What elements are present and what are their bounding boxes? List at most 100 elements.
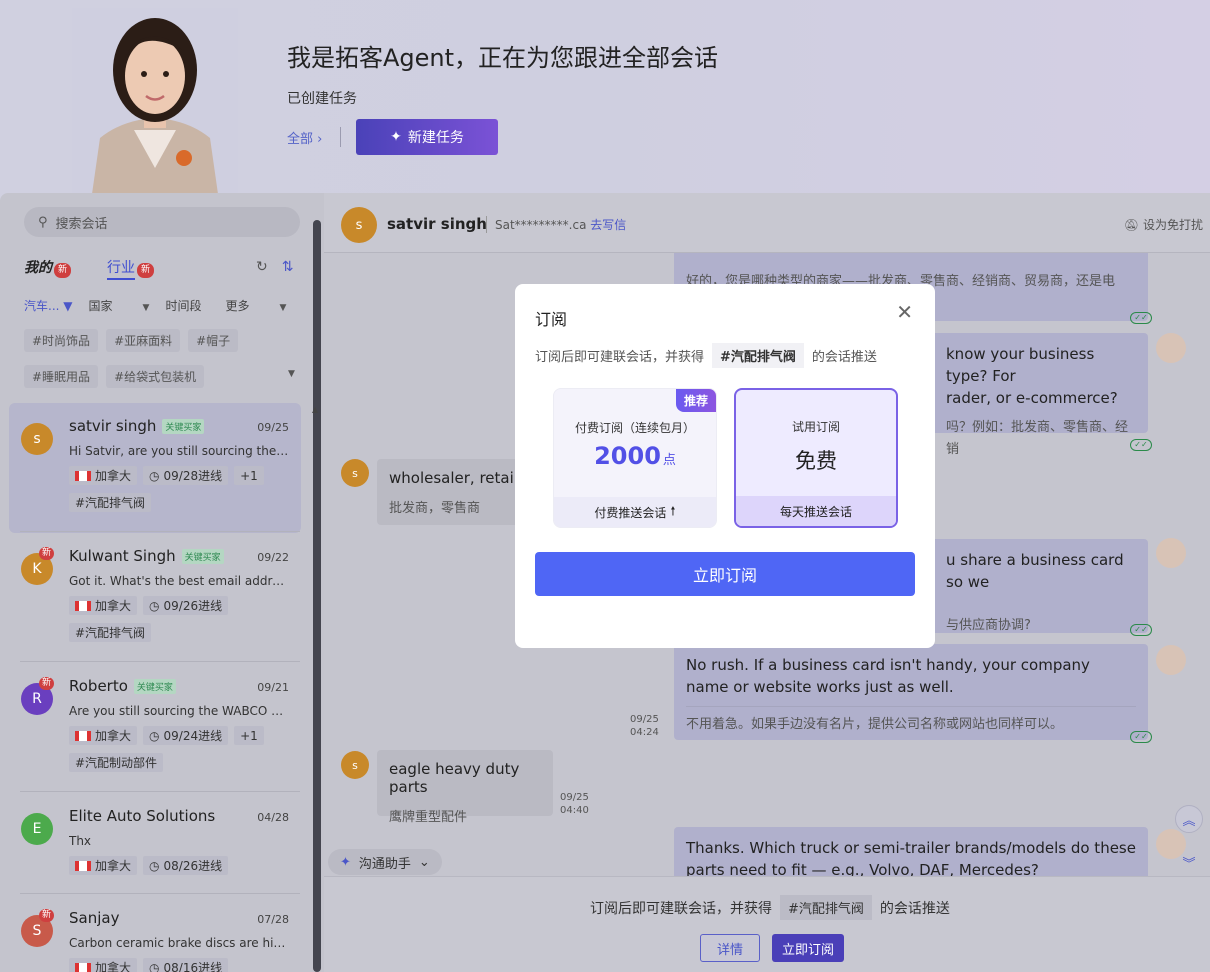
filter-period[interactable]: 时间段 — [165, 297, 209, 314]
key-buyer-badge: 关键买家 — [181, 548, 224, 564]
contact-meta: 加拿大 ◷ 08/26进线 — [69, 856, 289, 875]
followup-chip: ◷ 09/26进线 — [143, 596, 229, 615]
contact-name: satvir singh — [69, 417, 157, 435]
conversation-date: 09/21 — [257, 681, 289, 694]
price-value: 2000 — [594, 442, 661, 470]
industry-tag[interactable]: #给袋式包装机 — [106, 365, 205, 388]
scroll-up-icon[interactable]: ▲ — [312, 405, 318, 414]
conversation-item[interactable]: R 新 Roberto 关键买家 09/21 Are you still sour… — [9, 663, 301, 793]
plan-name: 付费订阅（连续包月） — [574, 421, 695, 435]
contact-name: Sanjay — [69, 909, 120, 927]
conversation-item[interactable]: E Elite Auto Solutions 04/28 Thx 加拿大 ◷ 08… — [9, 793, 301, 893]
contact-name-row: Kulwant Singh 关键买家 — [69, 547, 289, 565]
contact-name-row: Roberto 关键买家 — [69, 677, 289, 695]
scroll-bottom-icon[interactable]: ︾ — [1175, 848, 1203, 876]
subscribe-button[interactable]: 立即订阅 — [772, 934, 844, 962]
country-chip: 加拿大 — [69, 596, 138, 615]
contact-avatar: s — [21, 423, 53, 455]
message-preview: Are you still sourcing the WABCO A... — [69, 704, 289, 718]
tag-row: #汽配制动部件 — [69, 753, 289, 772]
close-icon[interactable]: ✕ — [896, 300, 913, 324]
price-unit: 点 — [662, 453, 676, 468]
sort-icon[interactable]: ⇅ — [282, 259, 294, 275]
country-label: 加拿大 — [95, 961, 132, 972]
free-plan-card[interactable]: 试用订阅 免费 每天推送会话 — [734, 388, 898, 528]
agent-avatar — [1156, 645, 1186, 675]
prompt-text: 订阅后即可建联会话，并获得 — [590, 900, 772, 917]
chat-assistant-toggle[interactable]: ✦ 沟通助手 ⌄ — [328, 849, 442, 875]
message-translation: 不用着急。如果手边没有名片，提供公司名称或网站也同样可以。 — [686, 706, 1136, 736]
divider — [20, 661, 300, 662]
conversation-item[interactable]: S 新 Sanjay 07/28 Carbon ceramic brake di… — [9, 895, 301, 972]
modal-description: 订阅后即可建联会话，并获得 #汽配排气阀 的会话推送 — [535, 343, 877, 368]
plan-price: 2000 点 — [554, 442, 716, 470]
divider — [20, 893, 300, 894]
key-buyer-badge: 关键买家 — [133, 678, 176, 694]
contact-avatar: s — [341, 207, 377, 243]
industry-tags: #时尚饰品 #亚麻面料 #帽子 — [24, 329, 239, 352]
subscribe-now-button[interactable]: 立即订阅 — [535, 552, 915, 596]
new-badge: 新 — [39, 909, 55, 922]
search-input[interactable]: ⚲ 搜索会话 — [24, 207, 300, 237]
product-tag: #汽配排气阀 — [69, 623, 152, 642]
new-task-label: 新建任务 — [407, 130, 464, 146]
expand-tags-icon[interactable]: ▼ — [288, 369, 295, 379]
prompt-text-after: 的会话推送 — [879, 900, 950, 917]
contact-avatar: s — [341, 459, 369, 487]
contact-name-row: satvir singh 关键买家 — [69, 417, 289, 435]
filter-bar: 汽车... ▼ 国家 ▼ 时间段 更多 ▼ — [24, 297, 286, 314]
filter-industry[interactable]: 汽车... ▼ — [24, 297, 73, 314]
filter-country[interactable]: 国家 ▼ — [89, 297, 150, 314]
followup-chip: ◷ 09/24进线 — [143, 726, 229, 745]
conversation-date: 09/25 — [257, 421, 289, 434]
detail-button[interactable]: 详情 — [700, 934, 760, 962]
filter-more-label: 更多 — [225, 299, 250, 313]
tab-industry[interactable]: 行业新 — [107, 257, 155, 280]
do-not-disturb-toggle[interactable]: 🔕︎ 设为免打扰 — [1124, 216, 1203, 233]
scroll-top-icon[interactable]: ︽ — [1175, 805, 1203, 833]
buyer-message: eagle heavy duty parts 鹰牌重型配件 — [377, 750, 553, 825]
sparkle-icon: ✦ — [340, 854, 351, 870]
message-timestamp: 09/25 04:40 — [560, 791, 589, 817]
agent-message: Thanks. Which truck or semi-trailer bran… — [674, 827, 1148, 876]
sidebar-scrollbar[interactable] — [313, 220, 321, 972]
new-task-button[interactable]: ✦ 新建任务 — [356, 119, 498, 155]
hero-title: 我是拓客Agent，正在为您跟进全部会话 — [287, 44, 719, 72]
agent-header: 我是拓客Agent，正在为您跟进全部会话 已创建任务 全部 › ✦ 新建任务 — [0, 0, 1210, 200]
desc-text: 订阅后即可建联会话，并获得 — [535, 350, 705, 365]
canada-flag-icon — [75, 730, 91, 741]
plan-name: 试用订阅 — [791, 420, 840, 434]
chevron-down-icon: ▼ — [279, 303, 287, 313]
paid-plan-card[interactable]: 推荐 付费订阅（连续包月） 2000 点 付费推送会话 🠕 — [553, 388, 717, 528]
tab-mine[interactable]: 我的新 — [24, 257, 72, 278]
filter-more[interactable]: 更多 ▼ — [225, 297, 286, 314]
conversation-date: 04/28 — [257, 811, 289, 824]
refresh-icon[interactable]: ↻ — [256, 259, 268, 275]
industry-tag[interactable]: #帽子 — [188, 329, 239, 352]
filter-industry-label: 汽车... — [24, 299, 60, 313]
followup-chip: ◷ 09/28进线 — [143, 466, 229, 485]
country-chip: 加拿大 — [69, 958, 138, 972]
conversation-item[interactable]: K 新 Kulwant Singh 关键买家 09/22 Got it. What… — [9, 533, 301, 663]
canada-flag-icon — [75, 600, 91, 611]
timestamp-date: 09/25 — [630, 714, 659, 725]
plan-price: 免费 — [795, 449, 837, 473]
agent-avatar — [72, 8, 238, 194]
new-badge: 新 — [137, 263, 155, 278]
country-label: 加拿大 — [95, 469, 132, 483]
conversation-item[interactable]: s satvir singh 关键买家 09/25 Hi Satvir, are … — [9, 403, 301, 533]
tag-row: #汽配排气阀 — [69, 493, 289, 512]
industry-tag[interactable]: #时尚饰品 — [24, 329, 99, 352]
contact-avatar: s — [341, 751, 369, 779]
industry-tag[interactable]: #亚麻面料 — [106, 329, 181, 352]
canada-flag-icon — [75, 470, 91, 481]
filter-all-link[interactable]: 全部 › — [287, 128, 322, 147]
message-preview: Carbon ceramic brake discs are high... — [69, 936, 289, 950]
subscribe-prompt: 订阅后即可建联会话，并获得 #汽配排气阀 的会话推送 — [590, 895, 950, 920]
write-email-link[interactable]: 去写信 — [590, 218, 626, 232]
tab-mine-label: 我的 — [24, 260, 52, 276]
assistant-label: 沟通助手 — [358, 856, 411, 872]
key-buyer-badge: 关键买家 — [162, 418, 205, 434]
industry-tag[interactable]: #睡眠用品 — [24, 365, 99, 388]
read-check-icon: ✓✓ — [1130, 439, 1152, 451]
